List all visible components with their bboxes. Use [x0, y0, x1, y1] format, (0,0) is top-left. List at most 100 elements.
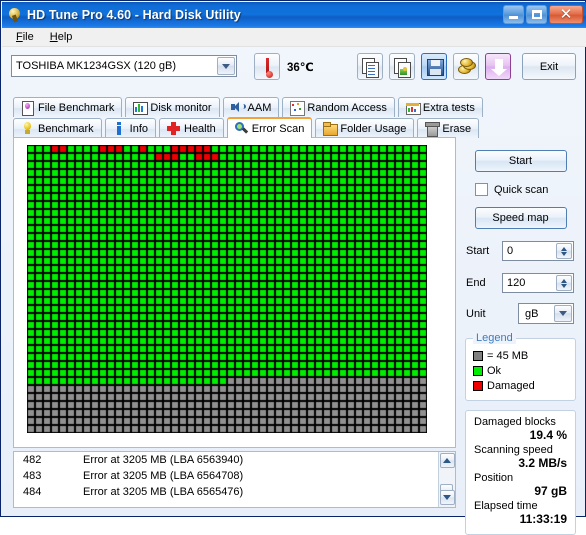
- save-icon: [426, 58, 444, 77]
- stat-value: 19.4 %: [529, 428, 567, 442]
- start-input[interactable]: 0: [502, 241, 574, 261]
- log-row[interactable]: 482 Error at 3205 MB (LBA 6563940): [14, 452, 455, 468]
- maximize-button[interactable]: [526, 5, 547, 24]
- close-button[interactable]: ✕: [549, 5, 583, 24]
- tab-disk-monitor[interactable]: Disk monitor: [125, 97, 220, 117]
- toolbar: TOSHIBA MK1234GSX (120 gB) 36℃ Exit: [2, 48, 586, 88]
- exit-label: Exit: [539, 60, 559, 73]
- legend-block-label: = 45 MB: [487, 349, 529, 362]
- drive-selector[interactable]: TOSHIBA MK1234GSX (120 gB): [11, 55, 237, 77]
- tab-benchmark[interactable]: Benchmark: [13, 118, 102, 138]
- log-row[interactable]: 484 Error at 3205 MB (LBA 6565476): [14, 484, 455, 500]
- unit-select[interactable]: gB: [518, 303, 574, 324]
- download-button[interactable]: [485, 53, 511, 80]
- start-button-label: Start: [508, 155, 533, 167]
- tab-label: Random Access: [307, 101, 387, 114]
- tab-label: AAM: [247, 101, 272, 114]
- end-input[interactable]: 120: [502, 273, 574, 293]
- legend-damaged-label: Damaged: [487, 379, 535, 392]
- trash-icon: [425, 122, 441, 137]
- stat-label: Scanning speed: [474, 444, 553, 456]
- tab-info[interactable]: Info: [104, 118, 156, 138]
- tab-folder-usage[interactable]: Folder Usage: [315, 118, 415, 138]
- scroll-up-button[interactable]: [439, 453, 455, 468]
- health-cross-icon: [167, 122, 180, 135]
- window-buttons: ✕: [503, 5, 583, 24]
- coins-button[interactable]: [453, 53, 479, 80]
- file-benchmark-icon: [21, 101, 34, 116]
- block-swatch-icon: [473, 350, 483, 361]
- legend-row-damaged: Damaged: [473, 378, 568, 393]
- tab-health[interactable]: Health: [159, 118, 224, 138]
- end-field-label: End: [466, 277, 486, 289]
- legend-ok-label: Ok: [487, 364, 502, 377]
- tab-error-scan[interactable]: Error Scan: [226, 117, 313, 138]
- quick-scan-row[interactable]: Quick scan: [475, 183, 577, 196]
- log-text: Error at 3205 MB (LBA 6564708): [83, 470, 244, 482]
- chevron-down-icon[interactable]: [554, 305, 572, 322]
- menu-item-file[interactable]: FFileile: [8, 29, 42, 45]
- copy-image-button[interactable]: [389, 53, 415, 80]
- hd-tune-window: HD Tune Pro 4.60 - Hard Disk Utility ✕ F…: [0, 0, 586, 535]
- save-button[interactable]: [421, 53, 447, 80]
- tab-row-1: File Benchmark Disk monitor AAM Random Acce…: [1, 97, 586, 117]
- unit-row: Unit gB: [466, 303, 577, 324]
- thermometer-icon: [254, 53, 280, 80]
- start-field-label: Start: [466, 245, 490, 257]
- tab-label: Health: [184, 122, 216, 135]
- title-bar: HD Tune Pro 4.60 - Hard Disk Utility ✕: [2, 2, 586, 28]
- tab-erase[interactable]: Erase: [417, 118, 480, 138]
- start-input-value: 0: [507, 245, 514, 257]
- end-input-value: 120: [507, 277, 526, 289]
- log-index: 484: [23, 486, 42, 498]
- end-field-row: End 120: [466, 273, 577, 293]
- tab-row-2: Benchmark Info Health Error Scan Folder Usag…: [1, 117, 586, 138]
- tab-file-benchmark[interactable]: File Benchmark: [13, 97, 123, 117]
- tab-label: Erase: [442, 122, 472, 135]
- legend-row-block: = 45 MB: [473, 348, 568, 363]
- ok-swatch-icon: [473, 365, 483, 376]
- legend-row-ok: Ok: [473, 363, 568, 378]
- stat-value: 97 gB: [534, 484, 567, 498]
- log-index: 483: [23, 470, 42, 482]
- speaker-icon: [230, 101, 246, 114]
- tab-label: File Benchmark: [38, 101, 115, 114]
- menu-bar: FFileile HHelpelp: [2, 28, 586, 47]
- close-icon: ✕: [559, 6, 573, 23]
- info-icon: [113, 122, 126, 135]
- copy-text-button[interactable]: [357, 53, 383, 80]
- scan-stats: Damaged blocks 19.4 % Scanning speed 3.2 MB…: [465, 410, 576, 535]
- maximize-icon: [531, 10, 542, 19]
- log-scrollbar[interactable]: [438, 452, 455, 507]
- extra-tests-icon: [405, 101, 421, 115]
- end-stepper[interactable]: [556, 275, 572, 291]
- menu-item-help[interactable]: HHelpelp: [42, 29, 81, 45]
- tab-extra-tests[interactable]: Extra tests: [397, 97, 483, 117]
- disk-monitor-icon: [133, 101, 149, 115]
- tab-random-access[interactable]: Random Access: [282, 97, 395, 117]
- start-button[interactable]: Start: [474, 150, 567, 172]
- stat-value: 3.2 MB/s: [518, 456, 567, 470]
- exit-button[interactable]: Exit: [522, 53, 576, 80]
- error-scan-map[interactable]: [27, 145, 427, 433]
- stat-label: Damaged blocks: [474, 416, 556, 428]
- tab-label: Info: [129, 122, 148, 135]
- window-title: HD Tune Pro 4.60 - Hard Disk Utility: [27, 8, 241, 22]
- error-log-list[interactable]: 482 Error at 3205 MB (LBA 6563940) 483 Erro…: [13, 451, 456, 508]
- copy-text-icon: [362, 58, 380, 78]
- speed-map-button[interactable]: Speed map: [474, 207, 567, 229]
- toolbar-icon-buttons: [357, 53, 511, 80]
- copy-image-icon: [394, 58, 412, 78]
- legend-title: Legend: [473, 332, 516, 344]
- legend-group: Legend = 45 MB Ok Damaged: [465, 332, 576, 401]
- stat-value: 11:33:19: [519, 512, 567, 526]
- scan-map-panel: [13, 137, 456, 448]
- unit-label: Unit: [466, 307, 486, 320]
- log-row[interactable]: 483 Error at 3205 MB (LBA 6564708): [14, 468, 455, 484]
- scroll-down-button[interactable]: [439, 490, 455, 505]
- start-stepper[interactable]: [556, 243, 572, 259]
- quick-scan-checkbox[interactable]: [475, 183, 488, 196]
- minimize-button[interactable]: [503, 5, 524, 24]
- chevron-down-icon[interactable]: [217, 57, 235, 75]
- tab-aam[interactable]: AAM: [222, 97, 280, 117]
